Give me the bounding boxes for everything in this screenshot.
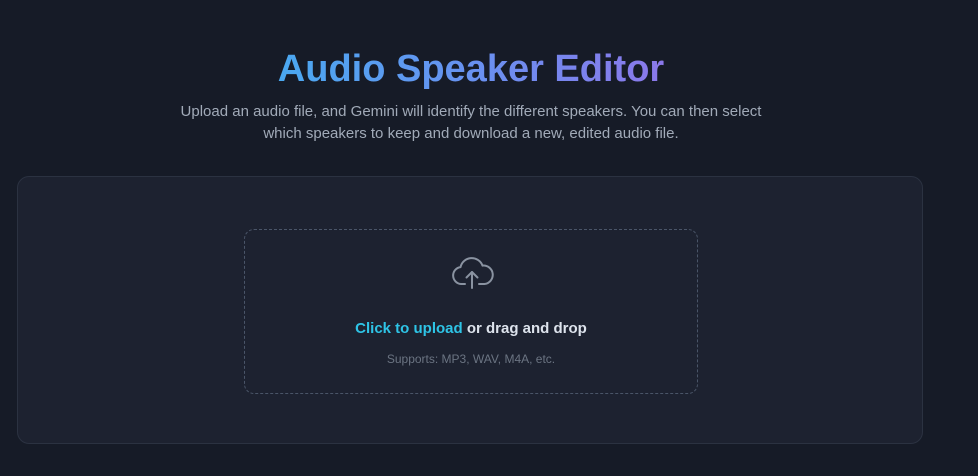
supported-formats-text: Supports: MP3, WAV, M4A, etc. xyxy=(386,352,556,366)
file-dropzone[interactable]: Click to upload or drag and drop Support… xyxy=(244,229,698,394)
app-page: Audio Speaker Editor Upload an audio fil… xyxy=(0,0,978,476)
cloud-upload-icon xyxy=(452,257,494,289)
upload-instructions: Click to upload or drag and drop xyxy=(245,319,697,339)
page-title-text: Audio Speaker Editor xyxy=(277,48,665,90)
page-description: Upload an audio file, and Gemini will id… xyxy=(0,101,942,145)
page-title: Audio Speaker Editor xyxy=(0,44,942,94)
description-line-2: which speakers to keep and download a ne… xyxy=(263,125,679,142)
description-line-1: Upload an audio file, and Gemini will id… xyxy=(180,103,762,120)
drag-and-drop-label: or drag and drop xyxy=(462,320,587,337)
click-to-upload-link[interactable]: Click to upload xyxy=(355,320,463,337)
